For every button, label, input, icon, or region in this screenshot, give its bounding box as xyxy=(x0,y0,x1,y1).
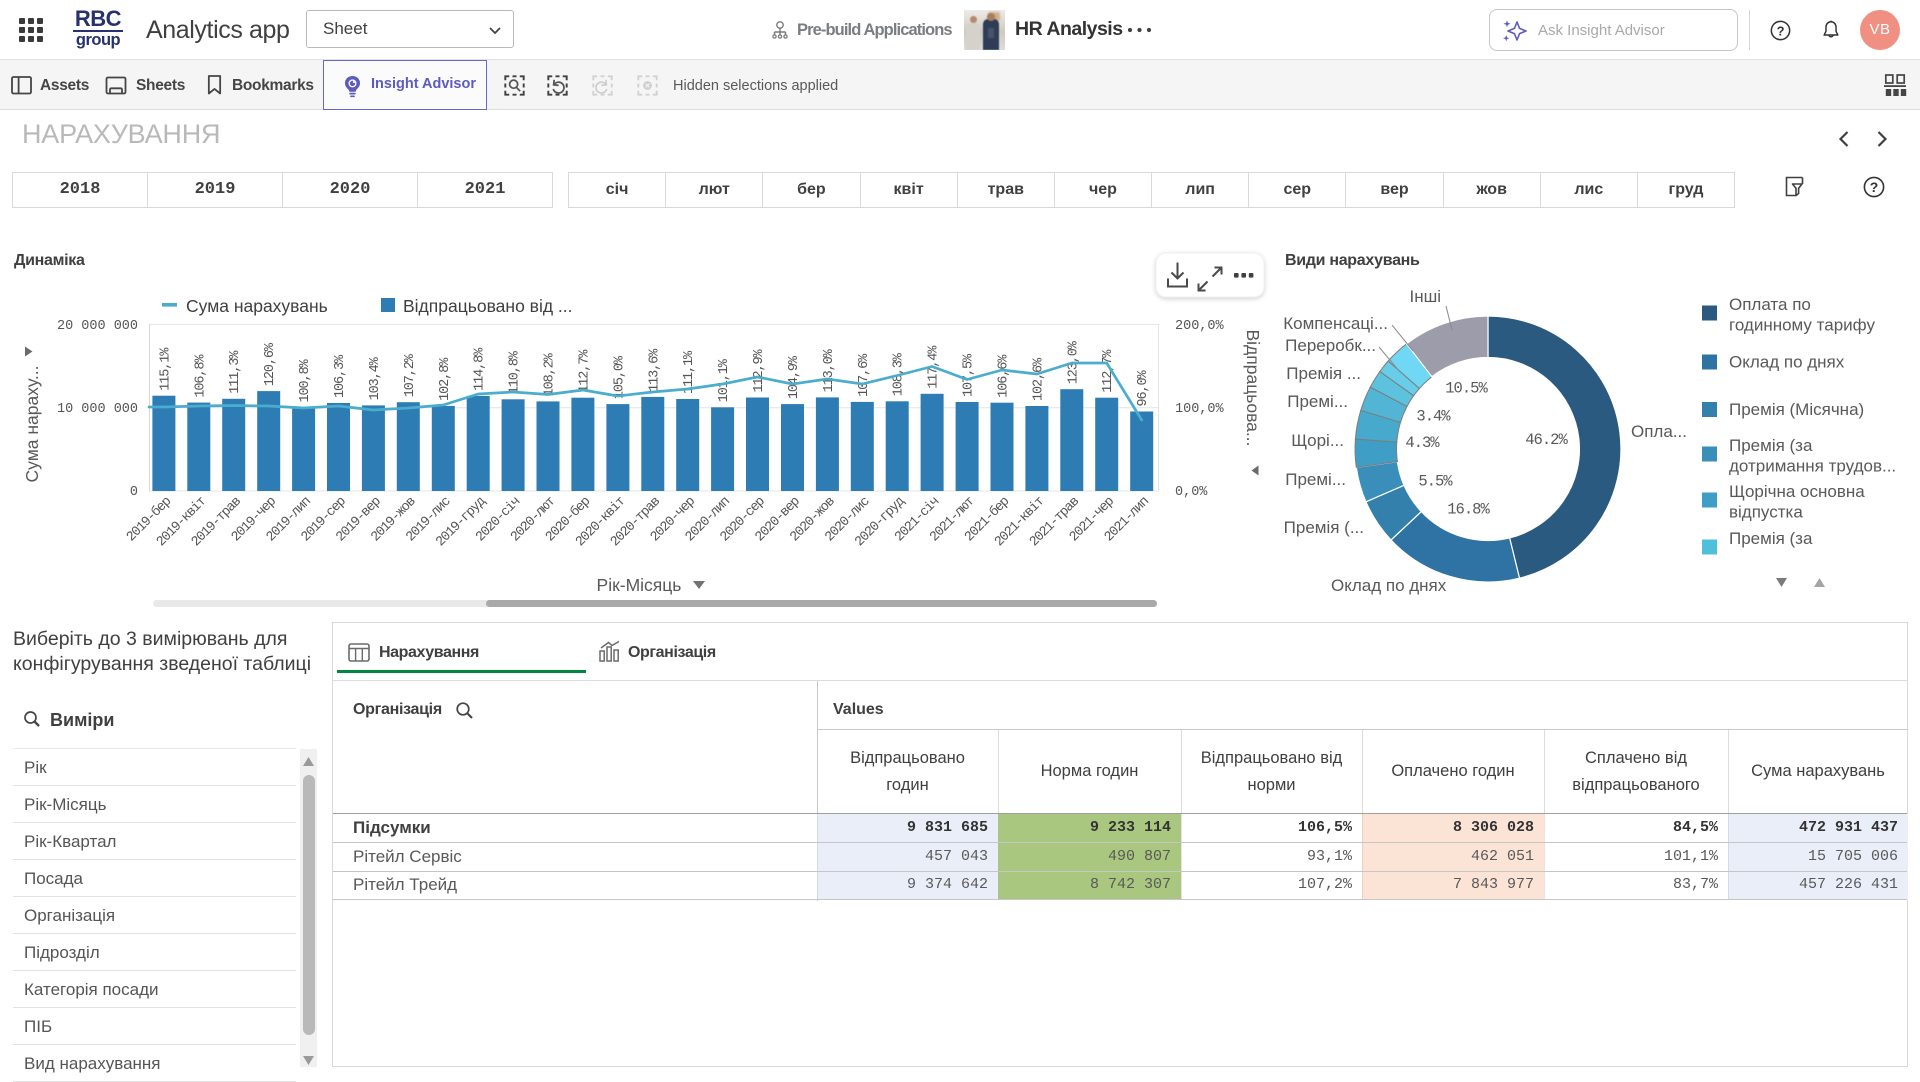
svg-text:Компенсаці...: Компенсаці... xyxy=(1283,314,1388,333)
svg-text:46.2%: 46.2% xyxy=(1525,431,1568,449)
svg-text:Щорічна основна: Щорічна основна xyxy=(1729,482,1865,501)
svg-text:Премія (Місячна): Премія (Місячна) xyxy=(1729,400,1864,419)
svg-text:Премія (за: Премія (за xyxy=(1729,529,1813,548)
svg-text:відпустка: відпустка xyxy=(1729,503,1803,522)
svg-text:годинному тарифу: годинному тарифу xyxy=(1729,316,1875,335)
svg-text:Переробк...: Переробк... xyxy=(1285,336,1376,355)
svg-text:Премія ...: Премія ... xyxy=(1286,364,1361,383)
svg-text:Опла...: Опла... xyxy=(1631,422,1687,441)
svg-text:Оклад по днях: Оклад по днях xyxy=(1331,576,1447,595)
svg-text:Премі...: Премі... xyxy=(1287,392,1348,411)
svg-text:3.4%: 3.4% xyxy=(1416,408,1451,426)
svg-text:5.5%: 5.5% xyxy=(1418,473,1453,491)
svg-text:Премі...: Премі... xyxy=(1285,470,1346,489)
svg-text:Щорі...: Щорі... xyxy=(1291,431,1344,450)
svg-text:16.8%: 16.8% xyxy=(1447,501,1490,519)
svg-text:Інші: Інші xyxy=(1409,287,1441,306)
svg-text:Премія (...: Премія (... xyxy=(1284,518,1364,537)
svg-text:Види нарахувань: Види нарахувань xyxy=(1285,252,1420,269)
svg-text:10.5%: 10.5% xyxy=(1445,380,1488,398)
svg-text:Оклад по днях: Оклад по днях xyxy=(1729,353,1845,372)
svg-text:Оплата по: Оплата по xyxy=(1729,295,1811,314)
svg-text:дотримання трудов...: дотримання трудов... xyxy=(1729,457,1896,476)
svg-text:4.3%: 4.3% xyxy=(1405,434,1440,452)
svg-text:Премія (за: Премія (за xyxy=(1729,436,1813,455)
